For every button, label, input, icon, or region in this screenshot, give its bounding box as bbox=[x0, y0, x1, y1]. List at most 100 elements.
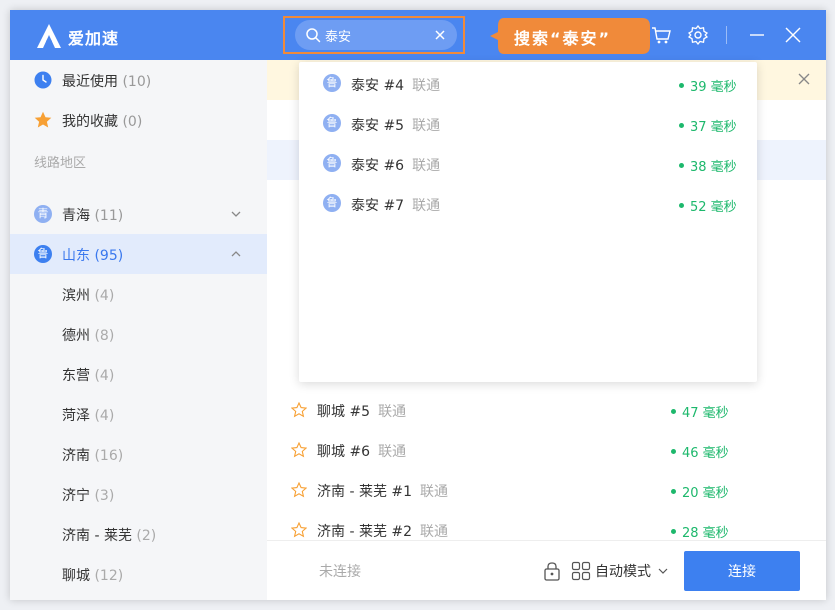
sidebar-city-item[interactable]: 东营 (4) bbox=[10, 354, 267, 394]
app-name: 爱加速 bbox=[68, 29, 120, 48]
latency-dot bbox=[679, 203, 684, 208]
city-count: (4) bbox=[94, 288, 115, 304]
table-row[interactable]: 济南 - 莱芜 #1 联通 20 毫秒 bbox=[267, 470, 826, 510]
node-name: 济南 - 莱芜 #1 bbox=[317, 484, 413, 500]
gear-icon[interactable] bbox=[687, 24, 709, 46]
latency-value: 39 毫秒 bbox=[690, 80, 737, 95]
latency-dot bbox=[671, 489, 676, 494]
result-isp: 联通 bbox=[412, 158, 441, 174]
city-label: 济宁 bbox=[62, 488, 90, 504]
region-badge-icon: 鲁 bbox=[323, 74, 341, 92]
sidebar-item-label: 我的收藏 bbox=[62, 114, 118, 130]
title-bar: 爱加速 搜索“泰安” bbox=[10, 10, 826, 60]
result-name: 泰安 #7 bbox=[351, 198, 405, 214]
sidebar-city-item[interactable]: 菏泽 (4) bbox=[10, 394, 267, 434]
result-name: 泰安 #5 bbox=[351, 118, 405, 134]
city-count: (2) bbox=[136, 528, 157, 544]
lock-icon[interactable] bbox=[543, 561, 561, 581]
footer-bar: 未连接 自动模式 连接 bbox=[267, 540, 826, 600]
city-count: (16) bbox=[94, 448, 124, 464]
city-count: (4) bbox=[94, 408, 115, 424]
sidebar-item-count: (0) bbox=[122, 114, 143, 130]
search-result-item[interactable]: 鲁 泰安 #7 联通 52 毫秒 bbox=[299, 184, 757, 224]
chevron-down-icon[interactable] bbox=[230, 208, 242, 220]
latency-value: 28 毫秒 bbox=[682, 526, 729, 541]
sidebar-city-item[interactable]: 济南 - 莱芜 (2) bbox=[10, 514, 267, 554]
clock-icon bbox=[34, 71, 52, 89]
search-result-item[interactable]: 鲁 泰安 #6 联通 38 毫秒 bbox=[299, 144, 757, 184]
latency-value: 47 毫秒 bbox=[682, 406, 729, 421]
city-count: (8) bbox=[94, 328, 115, 344]
latency-dot bbox=[679, 83, 684, 88]
city-label: 聊城 bbox=[62, 568, 90, 584]
result-name: 泰安 #6 bbox=[351, 158, 405, 174]
app-window: 爱加速 搜索“泰安” bbox=[10, 10, 826, 600]
search-icon bbox=[306, 28, 321, 43]
node-isp: 联通 bbox=[378, 404, 407, 420]
mode-grid-icon[interactable] bbox=[571, 561, 591, 581]
sidebar-item-favorites[interactable]: 我的收藏 (0) bbox=[10, 100, 267, 140]
sidebar-item-count: (95) bbox=[94, 248, 124, 264]
latency-dot bbox=[671, 449, 676, 454]
minimize-icon[interactable] bbox=[746, 24, 768, 46]
chevron-up-icon[interactable] bbox=[230, 248, 242, 260]
mode-select[interactable]: 自动模式 bbox=[595, 561, 651, 581]
city-label: 济南 bbox=[62, 448, 90, 464]
latency-value: 38 毫秒 bbox=[690, 160, 737, 175]
city-label: 东营 bbox=[62, 368, 90, 384]
sidebar-city-item[interactable]: 济宁 (3) bbox=[10, 474, 267, 514]
sidebar-city-item[interactable]: 济南 (16) bbox=[10, 434, 267, 474]
node-name: 聊城 #6 bbox=[317, 444, 371, 460]
sidebar-item-qinghai[interactable]: 青 青海 (11) bbox=[10, 194, 267, 234]
clear-search-icon[interactable] bbox=[433, 28, 447, 42]
result-isp: 联通 bbox=[412, 198, 441, 214]
city-label: 滨州 bbox=[62, 288, 90, 304]
star-outline-icon[interactable] bbox=[291, 402, 307, 418]
search-result-item[interactable]: 鲁 泰安 #4 联通 39 毫秒 bbox=[299, 64, 757, 104]
close-icon[interactable] bbox=[782, 24, 804, 46]
region-badge-icon: 鲁 bbox=[34, 245, 52, 263]
city-label: 菏泽 bbox=[62, 408, 90, 424]
city-label: 德州 bbox=[62, 328, 90, 344]
sidebar-city-item[interactable]: 聊城 (12) bbox=[10, 554, 267, 594]
sidebar-city-item[interactable]: 滨州 (4) bbox=[10, 274, 267, 314]
node-name: 聊城 #5 bbox=[317, 404, 371, 420]
table-row[interactable]: 聊城 #5 联通 47 毫秒 bbox=[267, 390, 826, 430]
node-isp: 联通 bbox=[420, 524, 449, 540]
search-box[interactable] bbox=[295, 20, 457, 50]
star-outline-icon[interactable] bbox=[291, 522, 307, 538]
sidebar-item-label: 山东 bbox=[62, 248, 90, 264]
latency-value: 46 毫秒 bbox=[682, 446, 729, 461]
node-name: 济南 - 莱芜 #2 bbox=[317, 524, 413, 540]
titlebar-divider bbox=[726, 26, 727, 44]
sidebar-item-count: (11) bbox=[94, 208, 124, 224]
logo-icon bbox=[37, 24, 61, 48]
sidebar-item-label: 青海 bbox=[62, 208, 90, 224]
region-badge-icon: 鲁 bbox=[323, 114, 341, 132]
city-count: (4) bbox=[94, 368, 115, 384]
sidebar-city-item[interactable]: 德州 (8) bbox=[10, 314, 267, 354]
connect-button[interactable]: 连接 bbox=[684, 551, 800, 591]
latency-dot bbox=[671, 529, 676, 534]
latency-dot bbox=[671, 409, 676, 414]
region-badge-icon: 鲁 bbox=[323, 154, 341, 172]
search-result-item[interactable]: 鲁 泰安 #5 联通 37 毫秒 bbox=[299, 104, 757, 144]
cart-icon[interactable] bbox=[650, 24, 672, 46]
sidebar-item-recent[interactable]: 最近使用 (10) bbox=[10, 60, 267, 100]
sidebar-item-label: 最近使用 bbox=[62, 74, 118, 90]
city-count: (3) bbox=[94, 488, 115, 504]
region-badge-icon: 青 bbox=[34, 205, 52, 223]
close-notice-icon[interactable] bbox=[798, 73, 810, 85]
search-callout: 搜索“泰安” bbox=[490, 18, 650, 54]
search-input[interactable] bbox=[325, 25, 435, 45]
star-outline-icon[interactable] bbox=[291, 482, 307, 498]
node-isp: 联通 bbox=[378, 444, 407, 460]
result-isp: 联通 bbox=[412, 78, 441, 94]
star-outline-icon[interactable] bbox=[291, 442, 307, 458]
connection-status: 未连接 bbox=[319, 564, 361, 580]
search-results-dropdown: 鲁 泰安 #4 联通 39 毫秒 鲁 泰安 #5 联通 37 毫秒 鲁 泰安 #6 联… bbox=[299, 62, 757, 382]
result-name: 泰安 #4 bbox=[351, 78, 405, 94]
table-row[interactable]: 聊城 #6 联通 46 毫秒 bbox=[267, 430, 826, 470]
sidebar-item-shandong[interactable]: 鲁 山东 (95) bbox=[10, 234, 267, 274]
chevron-down-icon[interactable] bbox=[657, 565, 669, 577]
